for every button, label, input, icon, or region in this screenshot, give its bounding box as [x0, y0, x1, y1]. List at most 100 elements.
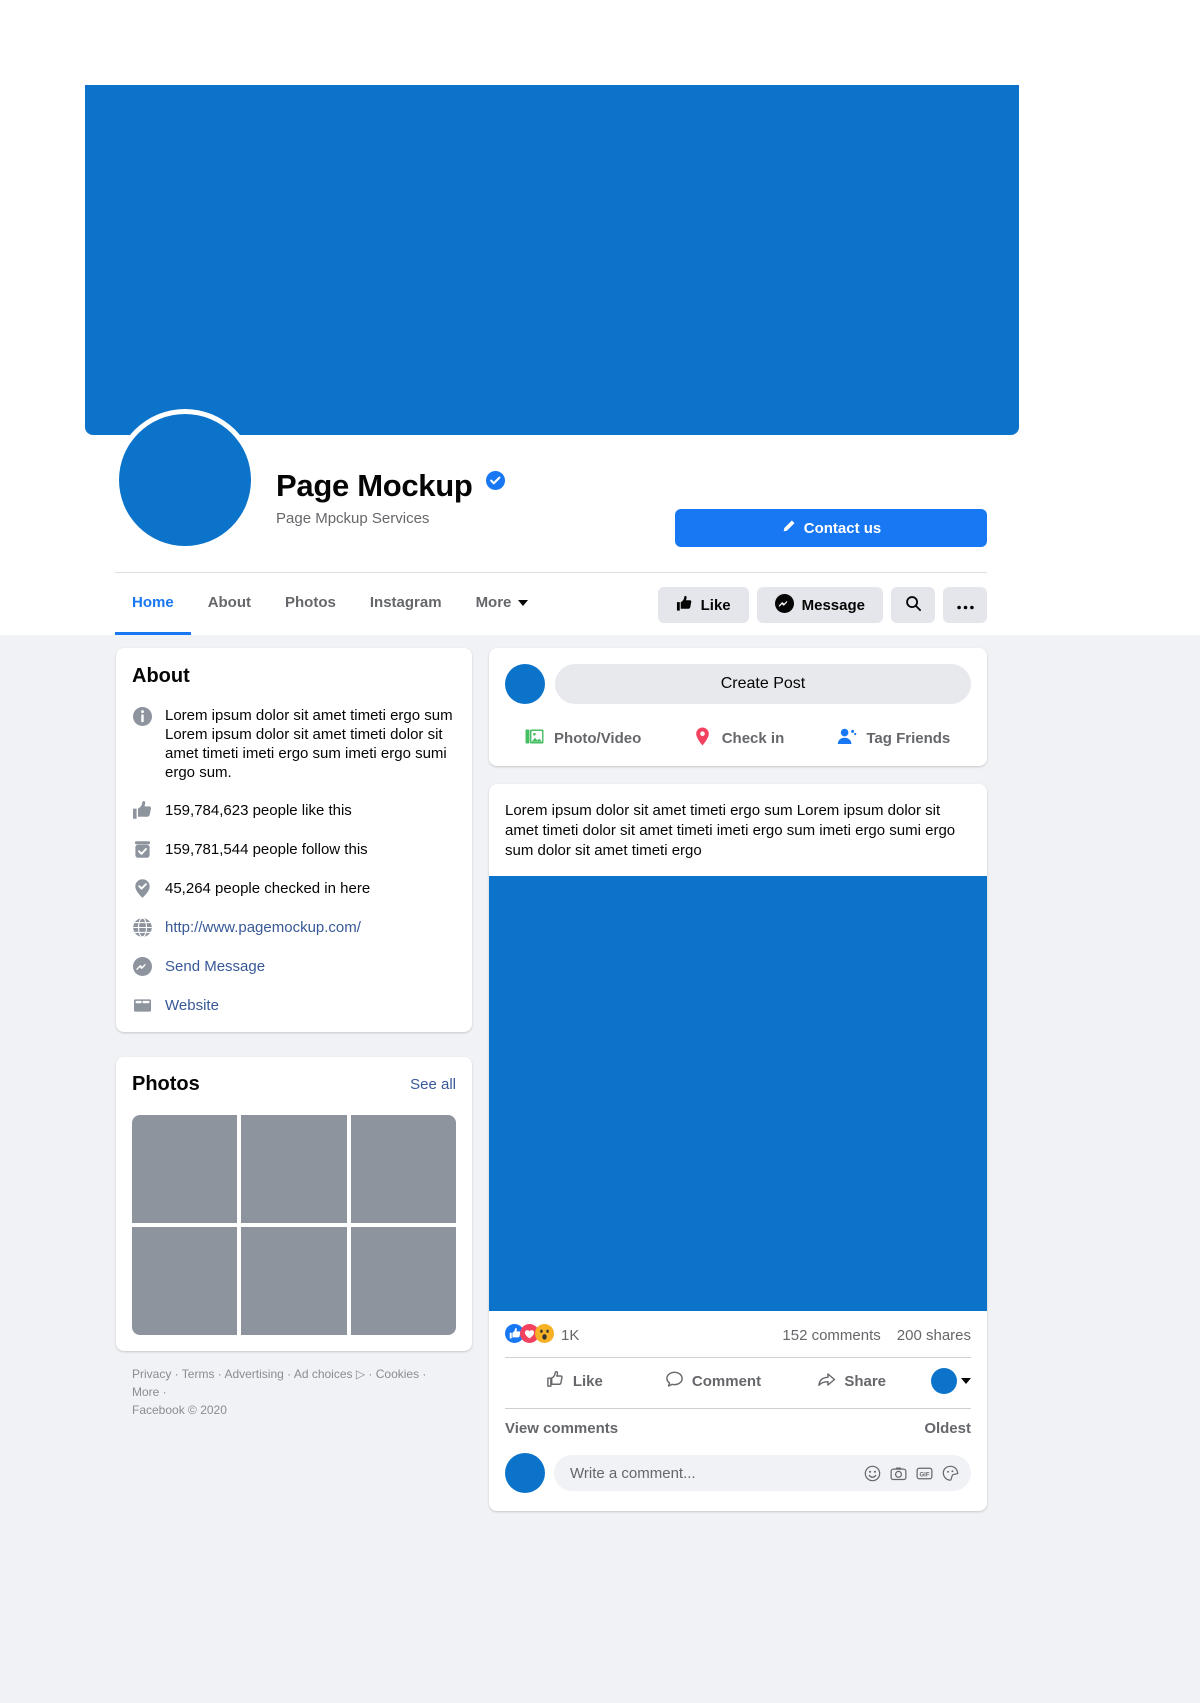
- profile-picture-ring: [114, 409, 256, 551]
- tab-more[interactable]: More: [459, 573, 546, 635]
- post-like-button[interactable]: Like: [505, 1362, 644, 1400]
- right-column: Create Post Photo/Video Check in Tag Fri…: [489, 648, 987, 1511]
- location-pin-icon: [132, 878, 153, 899]
- about-description-row: Lorem ipsum dolor sit amet timeti ergo s…: [132, 706, 456, 782]
- share-avatar: [931, 1368, 958, 1394]
- post-comment-button[interactable]: Comment: [644, 1362, 783, 1400]
- nav-action-buttons: Like Message: [657, 573, 987, 623]
- ellipsis-icon: [956, 597, 974, 614]
- thumbs-up-icon: [132, 800, 153, 821]
- about-website-url-link[interactable]: http://www.pagemockup.com/: [165, 919, 361, 936]
- check-in-label: Check in: [721, 729, 785, 747]
- comment-icon-group: GIF: [864, 1465, 959, 1482]
- about-likes-text: 159,784,623 people like this: [165, 802, 352, 819]
- comments-sort-selector[interactable]: Oldest: [924, 1420, 971, 1437]
- tab-about[interactable]: About: [191, 573, 268, 635]
- chevron-down-icon: [961, 1378, 972, 1384]
- tab-about-label: About: [207, 594, 252, 611]
- contact-us-button[interactable]: Contact us: [675, 509, 987, 547]
- contact-us-label: Contact us: [803, 519, 882, 537]
- post-share-label: Share: [844, 1372, 887, 1390]
- about-website-url-row[interactable]: http://www.pagemockup.com/: [132, 917, 456, 938]
- about-send-message-link[interactable]: Send Message: [165, 958, 265, 975]
- photo-thumbnail[interactable]: [350, 1227, 456, 1335]
- photo-thumbnail[interactable]: [241, 1227, 347, 1335]
- cover-photo[interactable]: [85, 85, 1019, 435]
- photo-icon: [524, 726, 545, 751]
- check-in-button[interactable]: Check in: [660, 718, 815, 758]
- photo-thumbnail[interactable]: [350, 1115, 456, 1223]
- shares-count[interactable]: 200 shares: [897, 1327, 971, 1344]
- photos-see-all-link[interactable]: See all: [410, 1076, 456, 1093]
- follow-flag-icon: [132, 839, 153, 860]
- about-card: About Lorem ipsum dolor sit amet timeti …: [116, 648, 472, 1032]
- tab-photos[interactable]: Photos: [268, 573, 353, 635]
- post-share-button[interactable]: Share: [782, 1362, 921, 1400]
- about-checkins-row: 45,264 people checked in here: [132, 878, 456, 899]
- photos-card: Photos See all: [116, 1057, 472, 1351]
- footer-links[interactable]: Privacy · Terms · Advertising · Ad choic…: [132, 1365, 456, 1401]
- photo-video-button[interactable]: Photo/Video: [505, 718, 660, 758]
- comment-input[interactable]: [570, 1464, 864, 1482]
- thumbs-up-icon: [676, 595, 693, 616]
- pencil-icon: [781, 519, 796, 538]
- comment-avatar[interactable]: [505, 1453, 545, 1493]
- browser-window-icon: [132, 995, 153, 1016]
- tab-photos-label: Photos: [285, 594, 336, 611]
- verified-badge-icon: [485, 470, 505, 490]
- wow-reaction-icon: [535, 1324, 554, 1347]
- create-post-card: Create Post Photo/Video Check in Tag Fri…: [489, 648, 987, 766]
- composer-avatar[interactable]: [505, 664, 545, 704]
- reaction-icons: [505, 1324, 554, 1347]
- message-page-button[interactable]: Message: [756, 587, 883, 623]
- photo-grid: [132, 1115, 456, 1335]
- share-as-avatar-button[interactable]: [921, 1368, 972, 1394]
- post-image[interactable]: [489, 876, 987, 1311]
- emoji-icon[interactable]: [864, 1465, 881, 1482]
- facebook-page-mockup: Page Mockup Page Mpckup Services Contact…: [0, 0, 1200, 1703]
- search-page-button[interactable]: [891, 587, 935, 623]
- comments-count[interactable]: 152 comments: [782, 1327, 880, 1344]
- tab-instagram[interactable]: Instagram: [353, 573, 459, 635]
- about-follows-text: 159,781,544 people follow this: [165, 841, 368, 858]
- thumbs-up-outline-icon: [546, 1370, 565, 1393]
- nav-tabs: Home About Photos Instagram More: [115, 573, 545, 635]
- message-page-label: Message: [801, 596, 865, 614]
- tag-friends-button[interactable]: Tag Friends: [816, 718, 971, 758]
- info-icon: [132, 706, 153, 727]
- tab-instagram-label: Instagram: [369, 594, 442, 611]
- search-icon: [905, 595, 922, 616]
- post-comment-label: Comment: [691, 1372, 762, 1390]
- gif-icon[interactable]: GIF: [916, 1465, 933, 1482]
- like-page-button[interactable]: Like: [657, 587, 749, 623]
- about-description-text: Lorem ipsum dolor sit amet timeti ergo s…: [165, 707, 453, 781]
- sticker-icon[interactable]: [942, 1465, 959, 1482]
- post-like-label: Like: [572, 1372, 603, 1390]
- comment-input-wrapper[interactable]: GIF: [554, 1455, 971, 1491]
- more-options-button[interactable]: [943, 587, 987, 623]
- photo-thumbnail[interactable]: [241, 1115, 347, 1223]
- location-pin-icon: [692, 726, 713, 751]
- page-identity: Page Mockup Page Mpckup Services: [276, 468, 505, 527]
- reaction-summary[interactable]: 1K: [505, 1324, 579, 1347]
- photo-thumbnail[interactable]: [132, 1115, 238, 1223]
- tag-friends-icon: [836, 726, 857, 751]
- about-website-link[interactable]: Website: [165, 997, 219, 1014]
- photo-thumbnail[interactable]: [132, 1227, 238, 1335]
- profile-picture[interactable]: [119, 414, 251, 546]
- page-footer: Privacy · Terms · Advertising · Ad choic…: [116, 1365, 472, 1429]
- profile-header: Page Mockup Page Mpckup Services Contact…: [0, 0, 1200, 572]
- tab-home[interactable]: Home: [115, 573, 191, 635]
- about-checkins-text: 45,264 people checked in here: [165, 880, 371, 897]
- svg-text:GIF: GIF: [919, 1472, 929, 1478]
- photos-card-title: Photos: [132, 1073, 200, 1095]
- create-post-input[interactable]: Create Post: [555, 664, 971, 704]
- about-website-row[interactable]: Website: [132, 995, 456, 1016]
- about-card-title: About: [132, 665, 190, 687]
- photo-video-label: Photo/Video: [554, 729, 642, 747]
- about-send-message-row[interactable]: Send Message: [132, 956, 456, 977]
- camera-icon[interactable]: [890, 1465, 907, 1482]
- post-stats-bar: 1K 152 comments 200 shares: [489, 1311, 987, 1357]
- view-comments-link[interactable]: View comments: [505, 1420, 618, 1437]
- post-text: Lorem ipsum dolor sit amet timeti ergo s…: [505, 802, 956, 859]
